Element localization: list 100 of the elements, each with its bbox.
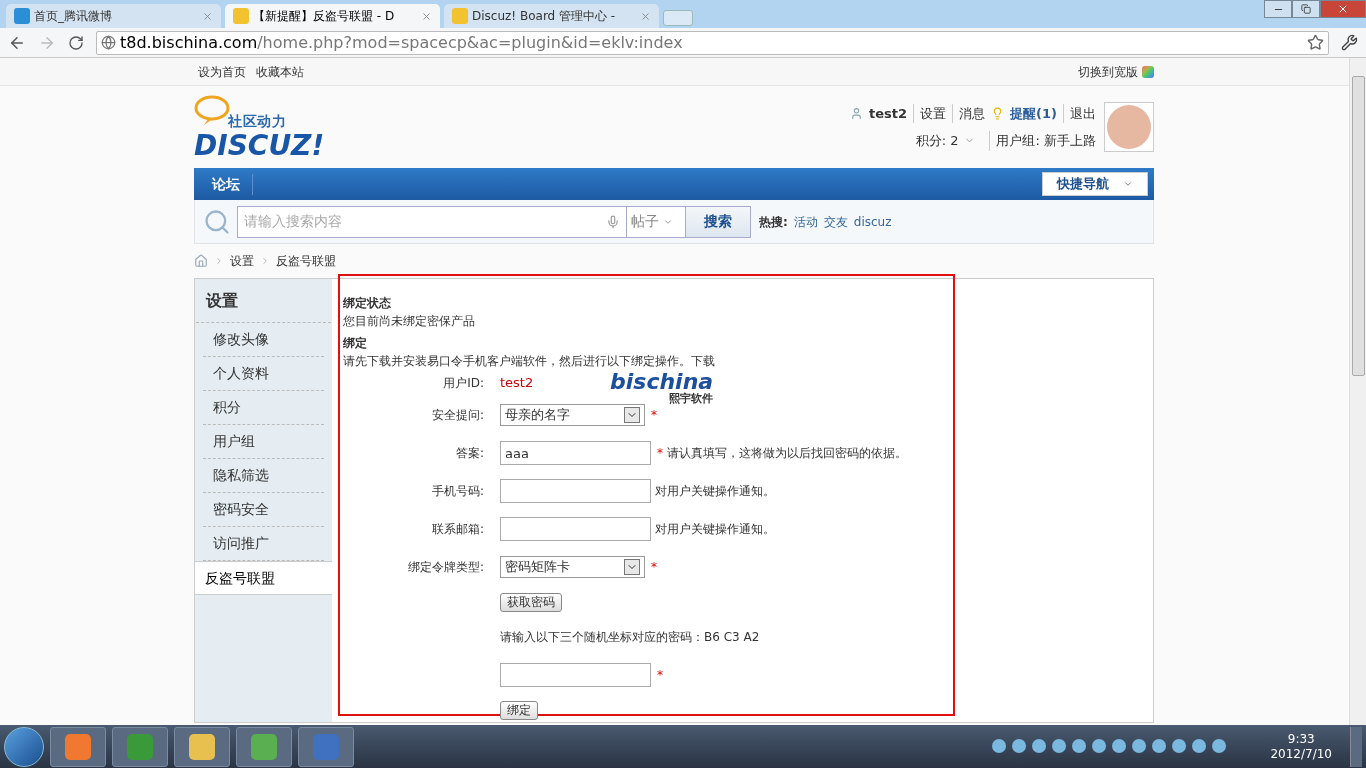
form-button[interactable]: 绑定	[500, 700, 538, 720]
required-asterisk: *	[651, 407, 657, 424]
breadcrumb-link[interactable]: 设置	[230, 252, 254, 270]
sidebar-item[interactable]: 个人资料	[203, 357, 324, 391]
tab-title: 【新提醒】反盗号联盟 - D	[253, 8, 396, 25]
color-palette-icon[interactable]	[1142, 65, 1154, 78]
field-hint: 对用户关键操作通知。	[655, 521, 775, 538]
input-field[interactable]	[500, 517, 651, 541]
search-icon	[203, 207, 231, 236]
section-title: 绑定	[343, 335, 368, 352]
avatar[interactable]	[1104, 102, 1154, 152]
taskbar-app-icon[interactable]	[112, 726, 168, 767]
breadcrumb-link[interactable]: 反盗号联盟	[276, 252, 336, 270]
bookmark-star-icon[interactable]	[1307, 34, 1324, 51]
new-tab-button[interactable]	[663, 10, 693, 26]
logo-wordmark: DISCUZ!	[194, 131, 325, 160]
taskbar-app-icon[interactable]	[298, 726, 354, 767]
sidebar-item[interactable]: 修改头像	[203, 323, 324, 357]
sidebar-item[interactable]: 用户组	[203, 425, 324, 459]
clock-date: 2012/7/10	[1270, 746, 1332, 762]
form-button[interactable]: 获取密码	[500, 592, 562, 612]
search-type-select[interactable]: 帖子	[627, 205, 685, 238]
input-field[interactable]: aaa	[500, 441, 651, 465]
tab-favicon-icon	[14, 8, 30, 24]
status-text: 您目前尚未绑定密保产品	[343, 313, 476, 330]
tab-favicon-icon	[233, 8, 249, 24]
quick-nav-button[interactable]: 快捷导航	[1042, 172, 1148, 196]
reload-icon[interactable]	[68, 34, 84, 51]
settings-icon[interactable]	[1341, 34, 1358, 51]
required-asterisk: *	[651, 559, 657, 576]
username-link[interactable]: test2	[869, 103, 908, 123]
taskbar-app-icon[interactable]	[236, 726, 292, 767]
hot-search-link[interactable]: 交友	[823, 212, 848, 231]
close-icon	[1337, 3, 1349, 15]
top-link[interactable]: 收藏本站	[256, 62, 304, 81]
close-icon[interactable]	[202, 10, 213, 22]
note-text: 请输入以下三个随机坐标对应的密码：B6 C3 A2	[500, 629, 760, 646]
brand-logo: bischina 熙宇软件	[610, 370, 714, 404]
start-button[interactable]	[4, 726, 44, 767]
taskbar-app-icon[interactable]	[174, 726, 230, 767]
sidebar-item[interactable]: 积分	[203, 391, 324, 425]
hot-search-link[interactable]: 活动	[793, 212, 818, 231]
wide-mode-link[interactable]: 切换到宽版	[1078, 62, 1138, 81]
hot-search-link[interactable]: discuz	[853, 212, 892, 231]
clock-time: 9:33	[1287, 731, 1315, 747]
field-label: 联系邮箱:	[431, 521, 484, 538]
tab-favicon-icon	[452, 8, 468, 24]
logout-link[interactable]: 退出	[1063, 103, 1096, 123]
separator-icon	[214, 256, 224, 266]
user-menu-link[interactable]: 设置	[913, 103, 947, 123]
select-field[interactable]: 母亲的名字	[500, 404, 645, 426]
alert-link[interactable]: 提醒(1)	[1010, 103, 1057, 123]
sidebar-title: 设置	[196, 279, 331, 323]
home-icon[interactable]	[194, 254, 208, 268]
user-menu-link[interactable]: 消息	[952, 103, 986, 123]
input-field[interactable]	[500, 663, 651, 687]
address-field[interactable]: t8d.bischina.com/home.php?mod=spacecp&ac=plugin&id=eklv:index	[96, 30, 1329, 55]
required-asterisk: *	[657, 667, 663, 684]
top-link[interactable]: 设为首页	[198, 62, 246, 81]
hot-search-label: 热搜:	[759, 213, 788, 231]
user-id-value: test2	[500, 374, 535, 393]
tab-title: 首页_腾讯微博	[34, 8, 113, 25]
instruction-text: 请先下载并安装易口令手机客户端软件，然后进行以下绑定操作。下载	[343, 353, 716, 370]
sidebar-item[interactable]: 隐私筛选	[203, 459, 324, 493]
separator-icon	[260, 256, 270, 266]
scrollbar[interactable]	[1349, 58, 1366, 725]
field-hint: 对用户关键操作通知。	[655, 483, 775, 500]
url-text: t8d.bischina.com/home.php?mod=spacecp&ac=plugin&id=eklv:index	[120, 31, 683, 54]
browser-tab[interactable]: Discuz! Board 管理中心 -	[444, 4, 659, 28]
field-label: 绑定令牌类型:	[407, 559, 484, 576]
field-label: 答案:	[455, 445, 484, 462]
tab-title: Discuz! Board 管理中心 -	[472, 8, 617, 25]
input-field[interactable]	[500, 479, 651, 503]
caret-icon	[1123, 179, 1133, 189]
required-asterisk: *	[657, 445, 663, 462]
taskbar-app-icon[interactable]	[50, 726, 106, 767]
field-label: 用户ID:	[443, 375, 484, 392]
user-group-text: 用户组: 新手上路	[989, 131, 1096, 151]
browser-tab[interactable]: 首页_腾讯微博	[6, 4, 221, 28]
user-icon	[850, 106, 864, 120]
restore-button[interactable]	[1292, 0, 1320, 18]
select-field[interactable]: 密码矩阵卡	[500, 556, 645, 578]
globe-icon	[101, 35, 116, 50]
field-label: 安全提问:	[431, 407, 484, 424]
search-button[interactable]: 搜索	[685, 205, 751, 238]
field-hint: 请认真填写，这将做为以后找回密码的依据。	[667, 445, 907, 462]
browser-tab[interactable]: 【新提醒】反盗号联盟 - D	[225, 4, 440, 28]
show-desktop-button[interactable]	[1350, 726, 1362, 767]
microphone-icon[interactable]	[606, 214, 620, 229]
field-label: 手机号码:	[431, 483, 484, 500]
close-icon[interactable]	[640, 10, 651, 22]
sidebar-item[interactable]: 反盗号联盟	[195, 561, 332, 595]
minimize-button[interactable]	[1264, 0, 1292, 18]
logo-tagline: 社区动力	[228, 111, 288, 131]
credits-link[interactable]: 积分: 2	[915, 131, 959, 151]
sidebar-item[interactable]: 密码安全	[203, 493, 324, 527]
section-title: 绑定状态	[343, 295, 392, 312]
close-icon[interactable]	[421, 10, 432, 22]
restore-icon	[1301, 4, 1311, 14]
nav-tab[interactable]: 论坛	[200, 173, 253, 195]
